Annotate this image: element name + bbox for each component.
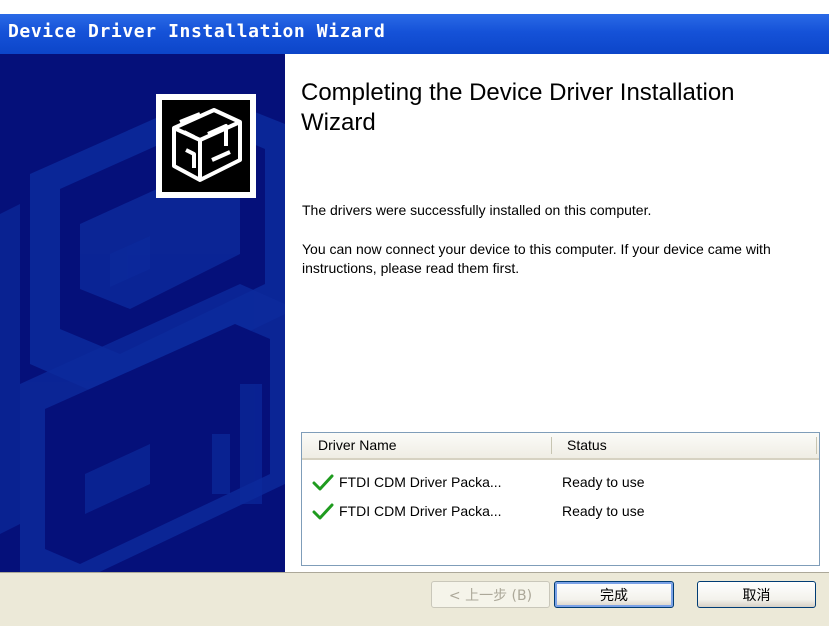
driver-status: Ready to use — [562, 503, 645, 519]
check-icon — [312, 474, 334, 491]
check-icon — [312, 503, 334, 520]
window-title: Device Driver Installation Wizard — [8, 21, 386, 42]
driver-list-header: Driver Name Status — [302, 433, 819, 460]
button-bar: < 上一步 (B) 完成 取消 — [0, 572, 829, 626]
column-header-status[interactable]: Status — [567, 437, 607, 453]
driver-row[interactable]: FTDI CDM Driver Packa... Ready to use — [302, 502, 819, 524]
column-divider[interactable] — [551, 437, 552, 454]
cancel-button[interactable]: 取消 — [697, 581, 816, 608]
success-message: The drivers were successfully installed … — [302, 202, 652, 218]
driver-row[interactable]: FTDI CDM Driver Packa... Ready to use — [302, 473, 819, 495]
driver-list[interactable]: Driver Name Status FTDI CDM Driver Packa… — [301, 432, 820, 566]
title-bar[interactable]: Device Driver Installation Wizard — [0, 14, 829, 54]
background — [0, 0, 829, 14]
column-divider[interactable] — [816, 437, 817, 454]
wizard-window: Device Driver Installation Wizard Comple… — [0, 14, 829, 639]
wizard-banner — [0, 54, 285, 586]
driver-name: FTDI CDM Driver Packa... — [339, 474, 502, 490]
driver-status: Ready to use — [562, 474, 645, 490]
back-button[interactable]: < 上一步 (B) — [431, 581, 550, 608]
column-header-driver-name[interactable]: Driver Name — [318, 437, 397, 453]
driver-name: FTDI CDM Driver Packa... — [339, 503, 502, 519]
wizard-heading: Completing the Device Driver Installatio… — [301, 79, 735, 136]
finish-button[interactable]: 完成 — [554, 581, 674, 608]
connect-message: You can now connect your device to this … — [302, 241, 771, 276]
hardware-wizard-icon — [156, 94, 256, 198]
